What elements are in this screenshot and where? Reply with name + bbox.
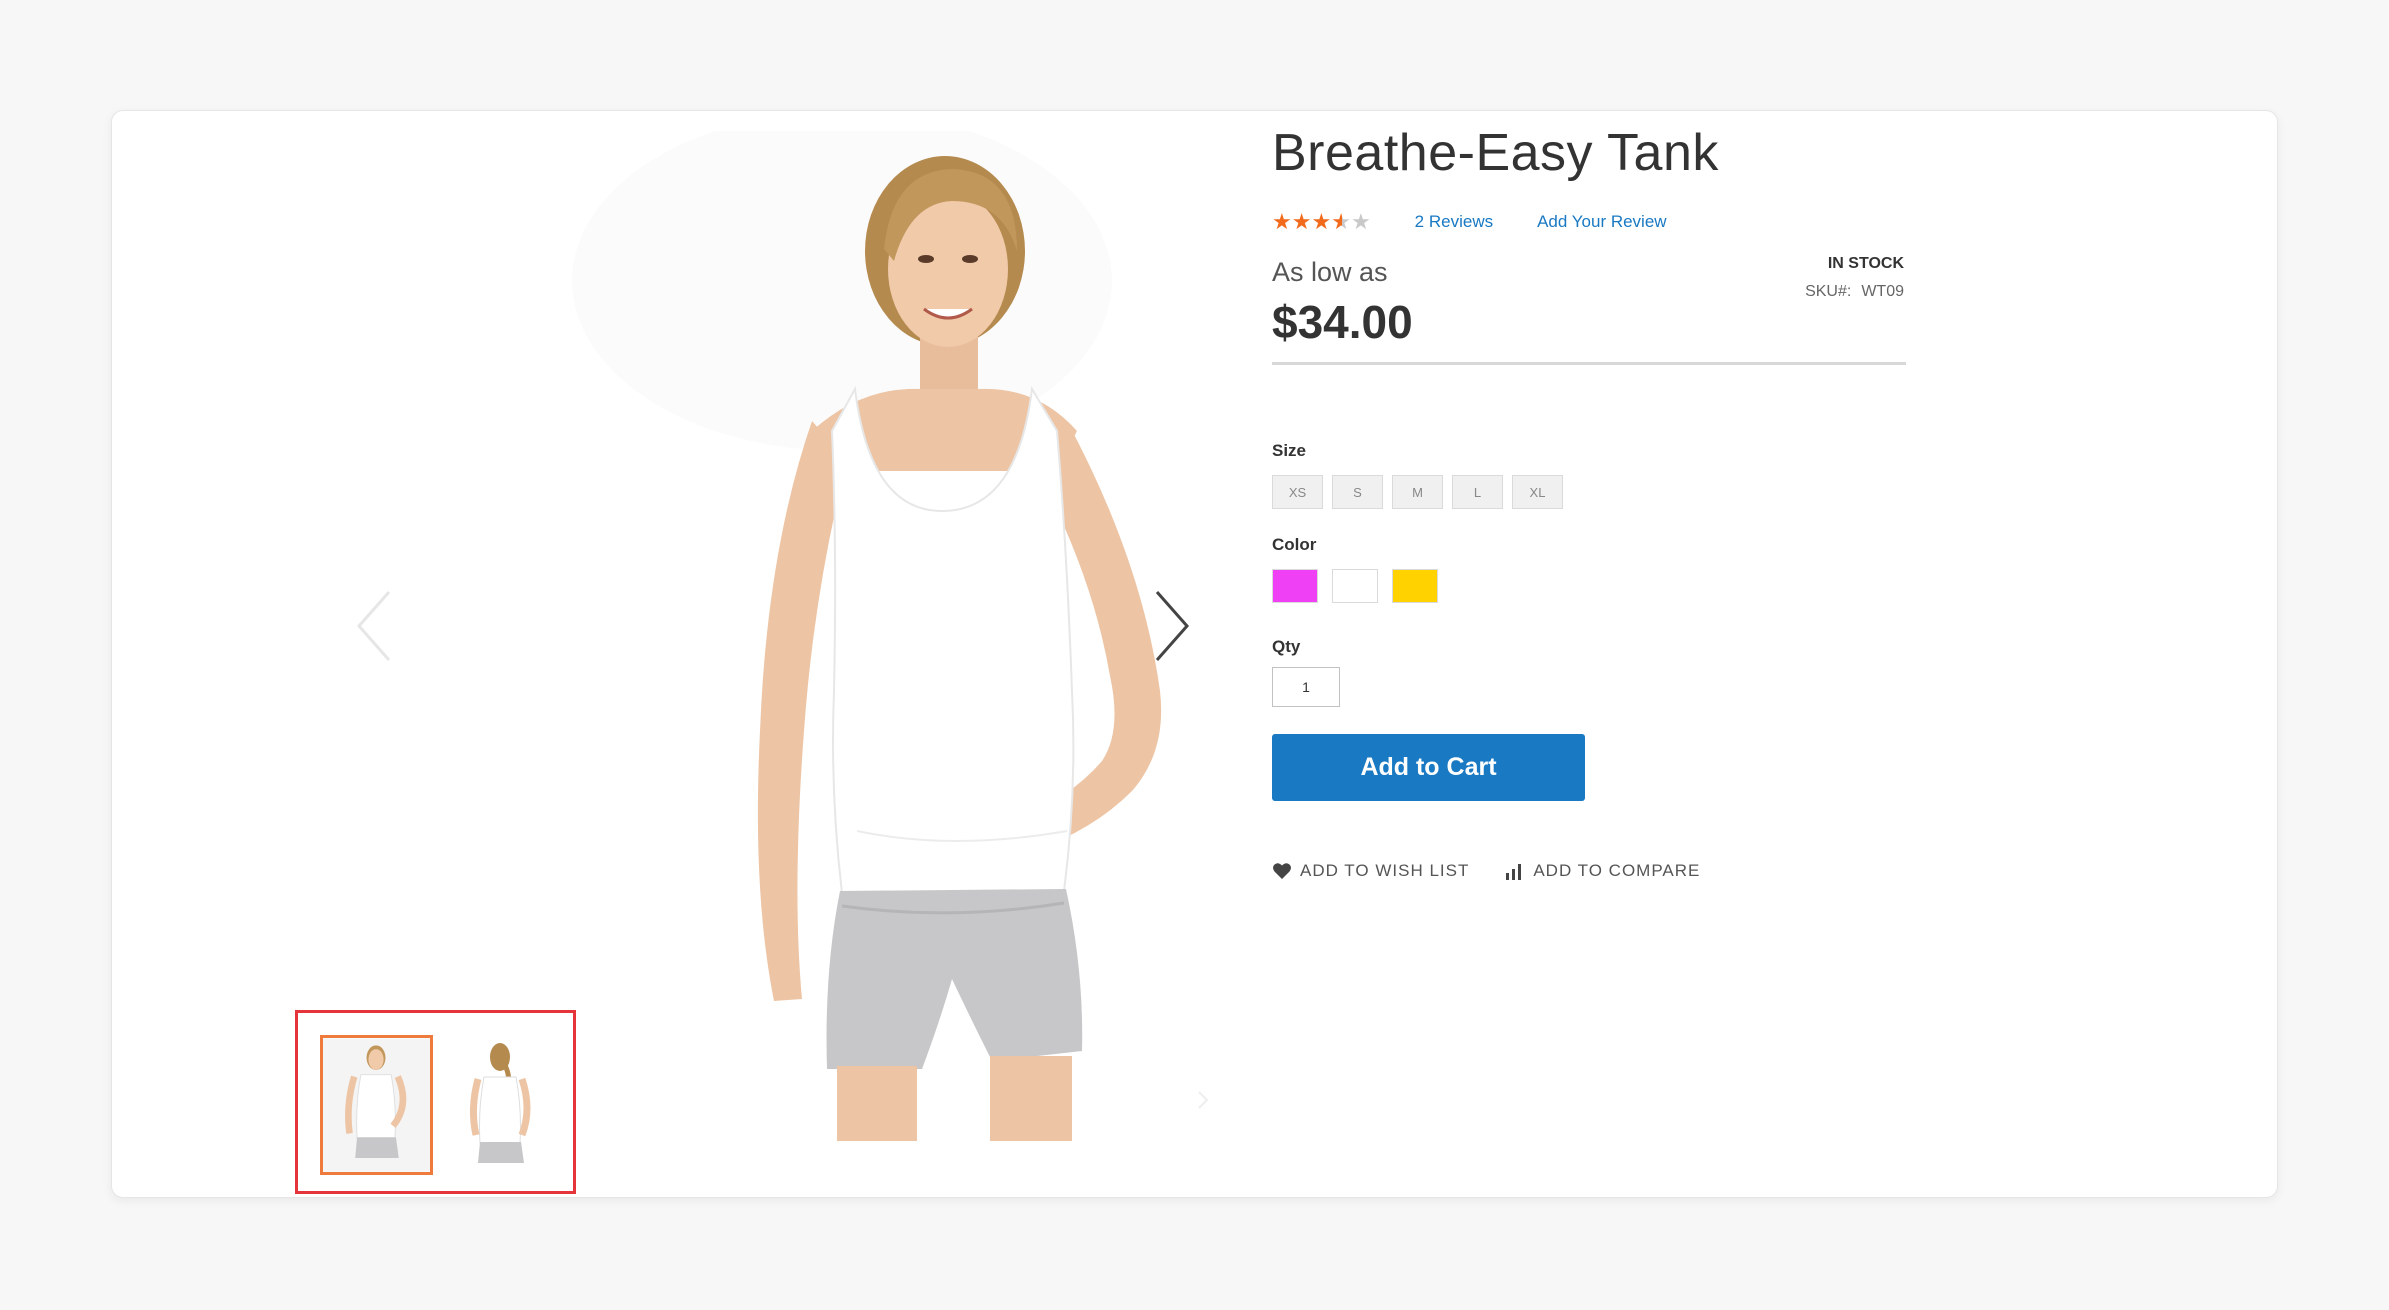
star-icon: ★ — [1272, 209, 1292, 234]
size-option-xl[interactable]: XL — [1512, 475, 1563, 509]
price-prefix: As low as — [1272, 257, 1388, 287]
sku-value: WT09 — [1861, 283, 1904, 300]
star-empty-icon: ★ — [1350, 209, 1371, 234]
size-option-s[interactable]: S — [1332, 475, 1383, 509]
add-review-link[interactable]: Add Your Review — [1537, 212, 1666, 232]
chevron-right-icon — [1155, 591, 1190, 661]
rating-stars: ★ ★ ★ ★ ★ — [1272, 211, 1371, 233]
reviews-link[interactable]: 2 Reviews — [1415, 212, 1493, 232]
add-to-cart-button[interactable]: Add to Cart — [1272, 734, 1585, 801]
heart-icon — [1273, 863, 1291, 879]
qty-input[interactable] — [1272, 667, 1340, 707]
add-to-wishlist-label: ADD TO WISH LIST — [1300, 861, 1470, 880]
color-option-white[interactable] — [1332, 569, 1378, 603]
sku-label: SKU#: — [1805, 283, 1852, 300]
product-title: Breathe-Easy Tank — [1272, 124, 1719, 182]
product-price: $34.00 — [1272, 296, 1413, 348]
add-to-compare-link[interactable]: ADD TO COMPARE — [1505, 861, 1700, 881]
size-option-m[interactable]: M — [1392, 475, 1443, 509]
size-option-xs[interactable]: XS — [1272, 475, 1323, 509]
thumbnail-front[interactable] — [320, 1035, 433, 1175]
thumbnail-back[interactable] — [442, 1035, 555, 1175]
color-option-purple[interactable] — [1272, 569, 1318, 603]
gallery-next-arrow[interactable] — [1142, 581, 1202, 671]
add-to-wishlist-link[interactable]: ADD TO WISH LIST — [1272, 861, 1469, 881]
small-chevron-right-icon — [1198, 1091, 1209, 1109]
add-to-compare-label: ADD TO COMPARE — [1533, 861, 1701, 880]
bar-chart-icon — [1506, 864, 1522, 880]
product-card: Breathe-Easy Tank ★ ★ ★ ★ ★ 2 Reviews Ad… — [111, 110, 2278, 1198]
qty-label: Qty — [1272, 637, 1301, 656]
rating-summary: ★ ★ ★ ★ ★ 2 Reviews Add Your Review — [1272, 207, 1667, 237]
thumbnail-front-image — [323, 1038, 430, 1172]
star-icon: ★ — [1291, 209, 1312, 234]
gallery-prev-arrow[interactable] — [344, 581, 404, 671]
chevron-left-icon — [356, 591, 391, 661]
color-option-yellow[interactable] — [1392, 569, 1438, 603]
stock-status: IN STOCK — [1827, 255, 1904, 272]
thumbnail-back-image — [442, 1035, 555, 1175]
color-swatches — [1272, 569, 1438, 603]
price-divider — [1272, 362, 1906, 365]
star-icon: ★ — [1311, 209, 1332, 234]
product-actions: ADD TO WISH LIST ADD TO COMPARE — [1272, 861, 1700, 881]
star-half-icon: ★ — [1331, 209, 1351, 234]
size-swatches: XS S M L XL — [1272, 475, 1563, 509]
sku-line: SKU#: WT09 — [1805, 283, 1904, 301]
size-option-l[interactable]: L — [1452, 475, 1503, 509]
color-label: Color — [1272, 535, 1317, 554]
product-gallery — [112, 111, 1352, 1199]
size-label: Size — [1272, 441, 1307, 460]
